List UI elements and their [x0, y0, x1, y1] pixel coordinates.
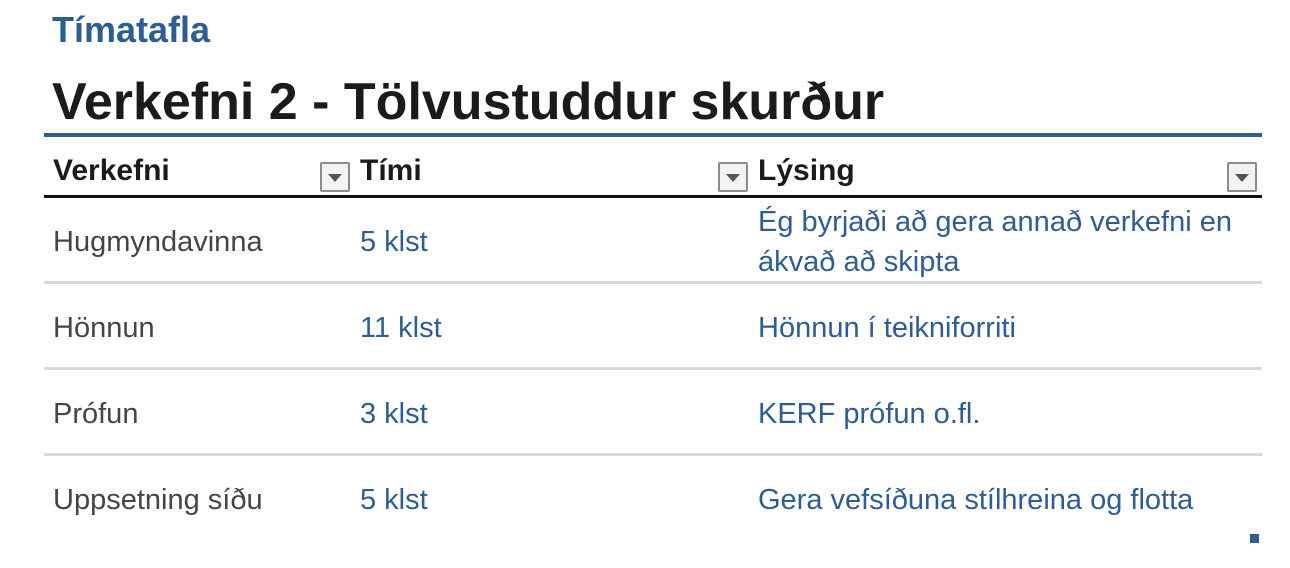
column-header-time: Tími [360, 154, 422, 187]
filter-time-button[interactable] [718, 162, 748, 192]
table-row: Prófun 3 klst KERF prófun o.fl. [44, 370, 1262, 456]
dropdown-arrow-icon [328, 174, 342, 182]
table-row: Hönnun 11 klst Hönnun í teikniforriti [44, 284, 1262, 370]
cell-time: 3 klst [360, 398, 428, 430]
cell-time: 5 klst [360, 226, 428, 258]
page: Tímatafla Verkefni 2 - Tölvustuddur skur… [0, 0, 1290, 568]
table-row: Uppsetning síðu 5 klst Gera vefsíðuna st… [44, 456, 1262, 542]
cell-task: Uppsetning síðu [53, 484, 263, 516]
column-header-description: Lýsing [758, 154, 855, 187]
cell-task: Hönnun [53, 312, 155, 344]
cell-description: Ég byrjaði að gera annað verkefni en ákv… [758, 206, 1232, 278]
dropdown-arrow-icon [726, 174, 740, 182]
cell-task: Hugmyndavinna [53, 226, 263, 258]
cell-time: 5 klst [360, 484, 428, 516]
dropdown-arrow-icon [1235, 174, 1249, 182]
cell-description: Hönnun í teikniforriti [758, 312, 1016, 344]
cell-description: KERF prófun o.fl. [758, 398, 981, 430]
timetable: Verkefni Tími Lýsing Hugmyndavinna 5 kls… [44, 137, 1262, 542]
cell-task: Prófun [53, 398, 139, 430]
table-row: Hugmyndavinna 5 klst Ég byrjaði að gera … [44, 198, 1262, 284]
cell-time: 11 klst [360, 312, 442, 344]
column-header-task: Verkefni [53, 154, 170, 187]
resize-handle-icon[interactable] [1250, 534, 1259, 543]
table-header-row: Verkefni Tími Lýsing [44, 137, 1262, 198]
filter-task-button[interactable] [320, 162, 350, 192]
page-title: Verkefni 2 - Tölvustuddur skurður [52, 73, 885, 131]
section-kicker: Tímatafla [52, 9, 211, 50]
filter-description-button[interactable] [1227, 162, 1257, 192]
cell-description: Gera vefsíðuna stílhreina og flotta [758, 484, 1194, 516]
